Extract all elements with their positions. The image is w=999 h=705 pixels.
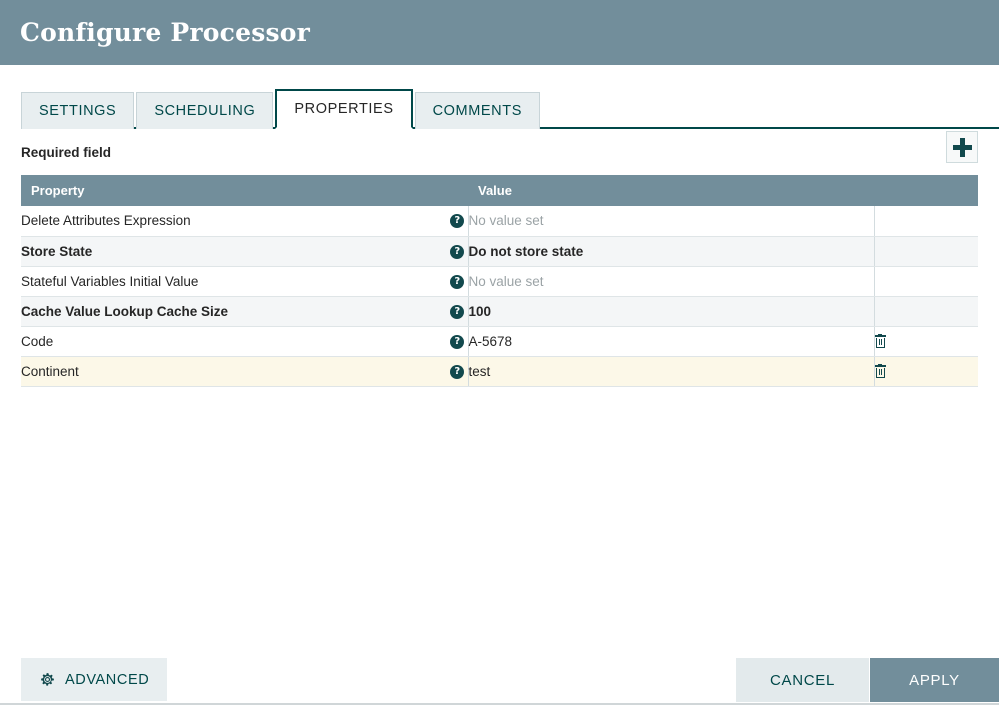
help-cell[interactable]: ?: [447, 236, 469, 267]
property-value[interactable]: No value set: [468, 206, 875, 237]
table-row[interactable]: Continent ? test: [21, 356, 978, 387]
window-title-bar: Configure Processor: [0, 0, 999, 65]
cancel-button-label: CANCEL: [769, 671, 836, 689]
property-value[interactable]: Do not store state: [468, 236, 875, 267]
delete-cell: [874, 236, 978, 267]
delete-cell: [874, 266, 978, 297]
table-row[interactable]: Cache Value Lookup Cache Size ? 100: [21, 296, 978, 327]
column-header-value[interactable]: Value: [468, 175, 978, 206]
property-name: Delete Attributes Expression: [21, 206, 447, 237]
property-name: Code: [21, 326, 447, 357]
tab-scheduling[interactable]: SCHEDULING: [136, 92, 274, 129]
help-cell[interactable]: ?: [447, 296, 469, 327]
delete-cell: [874, 296, 978, 327]
help-cell[interactable]: ?: [447, 326, 469, 357]
add-property-button[interactable]: [946, 131, 978, 163]
table-row[interactable]: Code ? A-5678: [21, 326, 978, 357]
gear-icon: [39, 671, 56, 688]
property-value[interactable]: A-5678: [468, 326, 875, 357]
property-value[interactable]: No value set: [468, 266, 875, 297]
required-field-label: Required field: [21, 144, 112, 160]
plus-icon: [952, 137, 972, 157]
property-name: Store State: [21, 236, 447, 267]
properties-table: Property Value Delete Attributes Express…: [21, 175, 978, 387]
tab-bar: SETTINGS SCHEDULING PROPERTIES COMMENTS: [0, 85, 999, 129]
trash-icon[interactable]: [874, 333, 886, 349]
table-body: Delete Attributes Expression ? No value …: [21, 206, 978, 387]
apply-button-label: APPLY: [909, 671, 960, 689]
cancel-button[interactable]: CANCEL: [736, 658, 869, 702]
trash-icon[interactable]: [874, 363, 886, 379]
tab-comments[interactable]: COMMENTS: [414, 92, 540, 129]
help-circle-icon[interactable]: ?: [450, 274, 465, 289]
help-circle-icon[interactable]: ?: [450, 304, 465, 319]
delete-cell: [874, 206, 978, 237]
table-row[interactable]: Delete Attributes Expression ? No value …: [21, 206, 978, 237]
apply-button[interactable]: APPLY: [870, 658, 999, 702]
page-title: Configure Processor: [20, 18, 311, 47]
property-name: Continent: [21, 356, 447, 387]
property-value[interactable]: test: [468, 356, 875, 387]
table-header-row: Property Value: [21, 175, 978, 206]
required-field-row: Required field: [0, 129, 999, 175]
delete-cell[interactable]: [874, 356, 978, 387]
advanced-button[interactable]: ADVANCED: [21, 658, 168, 701]
property-value[interactable]: 100: [468, 296, 875, 327]
help-circle-icon[interactable]: ?: [450, 244, 465, 259]
help-circle-icon[interactable]: ?: [450, 364, 465, 379]
help-cell[interactable]: ?: [447, 356, 469, 387]
help-circle-icon[interactable]: ?: [450, 214, 465, 229]
help-cell[interactable]: ?: [447, 206, 469, 237]
property-name: Stateful Variables Initial Value: [21, 266, 447, 297]
help-circle-icon[interactable]: ?: [450, 334, 465, 349]
table-row[interactable]: Store State ? Do not store state: [21, 236, 978, 267]
dialog-footer: ADVANCED CANCEL APPLY: [0, 658, 999, 705]
column-header-property[interactable]: Property: [21, 175, 468, 206]
tab-settings[interactable]: SETTINGS: [21, 92, 135, 129]
help-cell[interactable]: ?: [447, 266, 469, 297]
delete-cell[interactable]: [874, 326, 978, 357]
tab-properties[interactable]: PROPERTIES: [275, 89, 413, 129]
property-name: Cache Value Lookup Cache Size: [21, 296, 447, 327]
advanced-button-label: ADVANCED: [65, 671, 150, 688]
table-row[interactable]: Stateful Variables Initial Value ? No va…: [21, 266, 978, 297]
